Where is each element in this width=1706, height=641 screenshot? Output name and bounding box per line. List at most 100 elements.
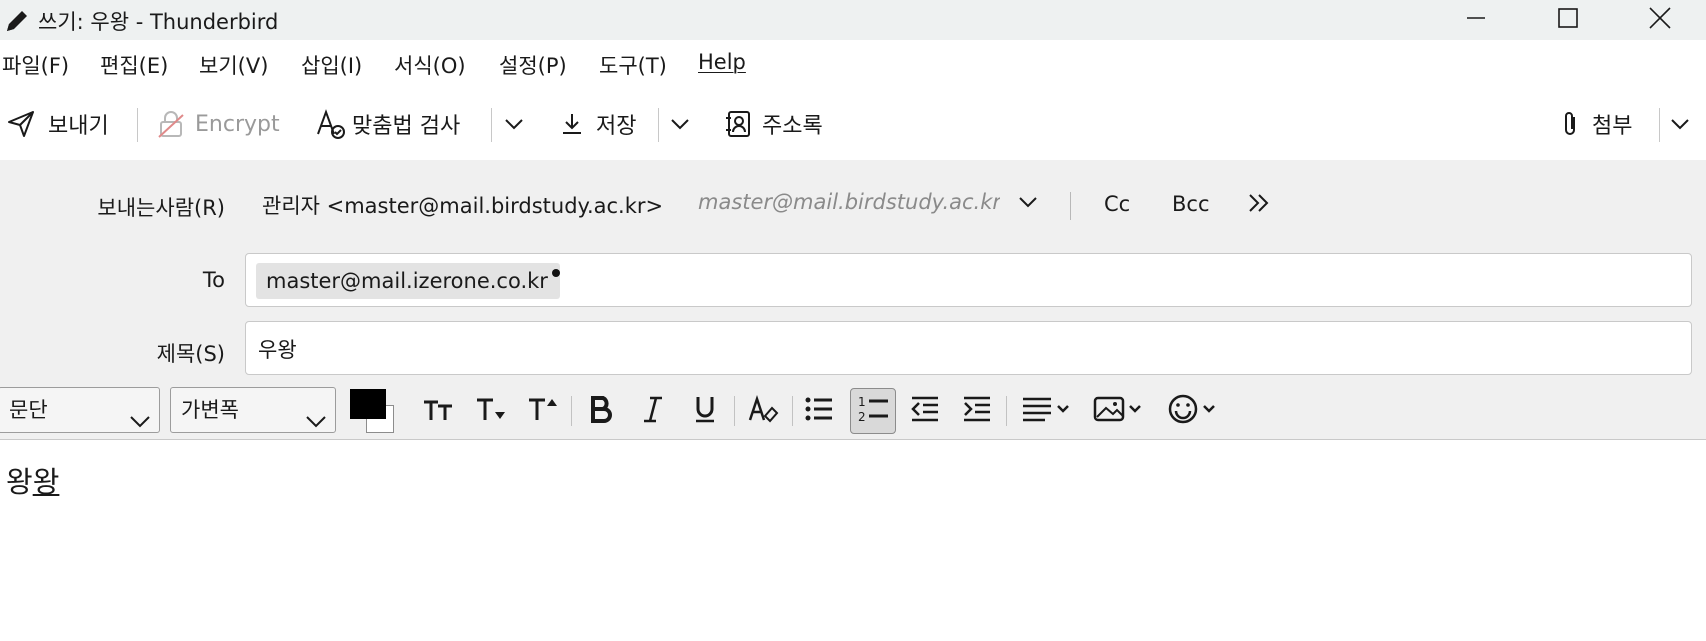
toolbar-divider: [491, 108, 492, 142]
chevron-down-icon: [1668, 112, 1692, 136]
format-divider: [571, 396, 572, 426]
maximize-button[interactable]: [1522, 0, 1614, 40]
font-size-icon: [422, 394, 456, 428]
font-value: 가변폭: [181, 398, 239, 422]
cc-button[interactable]: Cc: [1104, 192, 1130, 216]
insert-emoji-button[interactable]: [1164, 390, 1224, 432]
bcc-button[interactable]: Bcc: [1172, 192, 1210, 216]
spellcheck-dropdown-button[interactable]: [502, 96, 526, 152]
menu-help[interactable]: Help: [698, 50, 746, 74]
close-icon: [1648, 6, 1672, 34]
bold-button[interactable]: [580, 390, 622, 432]
menu-file[interactable]: 파일(F): [2, 50, 69, 80]
send-button[interactable]: 보내기: [6, 96, 109, 152]
subject-label: 제목(S): [156, 342, 225, 366]
from-dropdown-button[interactable]: [1016, 190, 1040, 218]
alignment-button[interactable]: [1016, 390, 1076, 432]
from-identity-select[interactable]: 관리자 <master@mail.birdstudy.ac.kr>: [262, 190, 663, 220]
svg-text:2: 2: [858, 410, 866, 424]
decrease-font-icon: [474, 394, 508, 428]
more-fields-button[interactable]: [1246, 190, 1272, 220]
chevron-down-icon: [305, 402, 327, 446]
menu-view[interactable]: 보기(V): [199, 50, 268, 80]
menu-tools[interactable]: 도구(T): [599, 50, 667, 80]
menu-insert[interactable]: 삽입(I): [301, 50, 362, 80]
body-text-plain: 왕: [6, 465, 33, 499]
bold-icon: [586, 394, 616, 428]
spellcheck-icon: [314, 108, 346, 140]
attach-dropdown-button[interactable]: [1668, 96, 1692, 152]
window-title: 쓰기: 우왕 - Thunderbird: [38, 10, 279, 34]
paragraph-format-value: 문단: [9, 398, 48, 422]
menu-format[interactable]: 서식(O): [394, 50, 466, 80]
spellcheck-label: 맞춤법 검사: [352, 114, 461, 139]
paperclip-icon: [1560, 109, 1580, 139]
from-address-input[interactable]: master@mail.birdstudy.ac.kr: [698, 190, 1000, 214]
send-label: 보내기: [48, 114, 109, 139]
format-divider: [734, 396, 735, 426]
align-left-icon: [1020, 394, 1072, 428]
lock-icon: [157, 109, 185, 139]
save-label: 저장: [596, 114, 637, 139]
close-button[interactable]: [1614, 0, 1706, 40]
to-label: To: [202, 268, 225, 292]
recipient-address: master@mail.izerone.co.kr: [266, 269, 548, 293]
save-button[interactable]: 저장: [560, 96, 636, 152]
underline-icon: [690, 394, 720, 428]
svg-text:1: 1: [858, 395, 866, 409]
chevron-down-icon: [502, 112, 526, 136]
chevron-down-icon: [129, 402, 151, 446]
encrypt-button[interactable]: Encrypt: [157, 96, 280, 152]
double-chevron-right-icon: [1246, 194, 1272, 220]
underline-button[interactable]: [684, 390, 726, 432]
paragraph-format-select[interactable]: 문단: [0, 387, 160, 433]
italic-button[interactable]: [632, 390, 674, 432]
font-size-reset-button[interactable]: [418, 390, 460, 432]
message-body-editor[interactable]: 왕왕: [0, 441, 1706, 641]
decrease-font-size-button[interactable]: [470, 390, 512, 432]
indent-button[interactable]: [956, 390, 998, 432]
encrypt-label: Encrypt: [195, 111, 280, 137]
chevron-down-icon: [668, 112, 692, 136]
italic-icon: [638, 394, 668, 428]
recipient-status-dot: [551, 269, 560, 277]
save-dropdown-button[interactable]: [668, 96, 692, 152]
to-field[interactable]: master@mail.izerone.co.kr: [245, 253, 1692, 307]
message-body-text[interactable]: 왕왕: [6, 459, 59, 501]
font-select[interactable]: 가변폭: [170, 387, 336, 433]
from-label: 보내는사람(R): [97, 196, 225, 220]
send-icon: [6, 109, 36, 139]
format-divider: [1006, 396, 1007, 426]
menu-options[interactable]: 설정(P): [499, 50, 567, 80]
remove-formatting-button[interactable]: [742, 390, 784, 432]
header-divider: [1070, 192, 1071, 220]
menu-edit[interactable]: 편집(E): [100, 50, 168, 80]
numbered-list-icon: 12: [856, 393, 890, 429]
toolbar-divider: [137, 108, 138, 142]
chevron-down-icon: [1016, 197, 1040, 218]
maximize-icon: [1557, 7, 1579, 33]
attach-button[interactable]: 첨부: [1560, 96, 1632, 152]
increase-font-size-button[interactable]: [522, 390, 564, 432]
text-color-swatch[interactable]: [350, 389, 386, 419]
toolbar-divider: [658, 108, 659, 142]
addressbook-label: 주소록: [762, 114, 823, 139]
insert-image-button[interactable]: [1090, 390, 1150, 432]
outdent-button[interactable]: [904, 390, 946, 432]
bullet-list-button[interactable]: [798, 390, 840, 432]
body-text-underlined: 왕: [32, 465, 60, 499]
text-color-picker[interactable]: [350, 389, 402, 437]
addressbook-button[interactable]: 주소록: [724, 96, 823, 152]
bullet-list-icon: [803, 394, 835, 428]
recipient-pill[interactable]: master@mail.izerone.co.kr: [256, 263, 560, 299]
pencil-icon: [4, 8, 30, 32]
spellcheck-button[interactable]: 맞춤법 검사: [314, 96, 460, 152]
subject-input[interactable]: 우왕: [258, 334, 297, 364]
numbered-list-button[interactable]: 12: [850, 388, 896, 434]
subject-field[interactable]: 우왕: [245, 321, 1692, 375]
toolbar-divider: [1659, 108, 1660, 142]
indent-icon: [961, 394, 993, 428]
format-toolbar: 문단 가변폭 12: [0, 384, 1706, 440]
compose-toolbar: 보내기 Encrypt 맞춤법 검사 저장 주소록 첨부: [0, 96, 1706, 154]
minimize-button[interactable]: [1430, 0, 1522, 40]
